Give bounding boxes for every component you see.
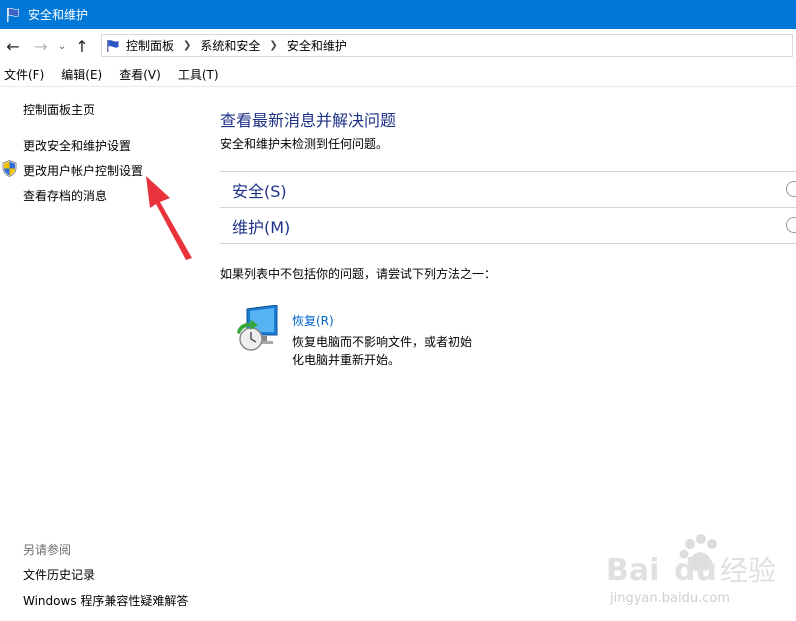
breadcrumb-control-panel[interactable]: 控制面板	[126, 37, 174, 54]
recovery-link[interactable]: 恢复(R)	[292, 312, 334, 329]
title-bar: 安全和维护	[0, 0, 796, 29]
recovery-description-line: 恢复电脑而不影响文件，或者初始	[292, 335, 473, 349]
see-also-heading: 另请参阅	[23, 543, 72, 557]
maintenance-section-label[interactable]: 维护(M)	[232, 214, 290, 238]
security-section[interactable]: 安全(S)	[220, 171, 796, 207]
baidu-watermark-logo: Bai du 经验 jingyan.baidu.com	[606, 534, 776, 606]
menu-edit[interactable]: 编辑(E)	[61, 66, 102, 83]
breadcrumb-separator-icon[interactable]: ❯	[183, 40, 191, 51]
menu-file[interactable]: 文件(F)	[4, 66, 44, 83]
watermark-brand: Bai	[606, 553, 659, 588]
maintenance-section[interactable]: 维护(M)	[220, 207, 796, 243]
change-uac-settings-link[interactable]: 更改用户帐户控制设置	[23, 162, 143, 179]
address-bar[interactable]: 控制面板 ❯ 系统和安全 ❯ 安全和维护	[101, 34, 793, 57]
security-section-label[interactable]: 安全(S)	[232, 178, 287, 202]
up-arrow-icon[interactable]: ↑	[71, 35, 93, 57]
change-security-settings-link[interactable]: 更改安全和维护设置	[23, 137, 131, 154]
annotation-arrow-icon	[146, 176, 192, 260]
control-panel-home-link[interactable]: 控制面板主页	[23, 101, 95, 118]
back-arrow-icon[interactable]: ←	[2, 35, 24, 57]
flag-icon	[107, 39, 119, 52]
navigation-bar: ← → ⌄ ↑ 控制面板 ❯ 系统和安全 ❯ 安全和维护	[0, 29, 796, 63]
window-title: 安全和维护	[28, 8, 89, 22]
left-pane: 控制面板主页 更改安全和维护设置 更改用户帐户控制设置 查看存档的消息 另请参阅…	[0, 87, 205, 621]
file-history-link[interactable]: 文件历史记录	[23, 566, 95, 583]
watermark-url: jingyan.baidu.com	[609, 591, 730, 606]
menu-view[interactable]: 查看(V)	[119, 66, 161, 83]
chevron-down-icon[interactable]: ⌄	[55, 35, 69, 57]
menu-bar: 文件(F) 编辑(E) 查看(V) 工具(T)	[0, 63, 796, 87]
recovery-description: 恢复电脑而不影响文件，或者初始 化电脑并重新开始。	[292, 333, 482, 369]
expand-chevron-icon[interactable]	[786, 217, 796, 233]
compatibility-troubleshooter-link[interactable]: Windows 程序兼容性疑难解答	[23, 592, 188, 609]
flag-icon	[7, 7, 19, 22]
expand-chevron-icon[interactable]	[786, 181, 796, 197]
watermark-cn: 经验	[720, 554, 776, 587]
menu-tools[interactable]: 工具(T)	[178, 66, 219, 83]
troubleshoot-hint: 如果列表中不包括你的问题，请尝试下列方法之一：	[220, 267, 497, 281]
uac-shield-icon	[2, 160, 17, 177]
breadcrumb-system-security[interactable]: 系统和安全	[200, 37, 260, 54]
watermark-brand-suffix: du	[674, 553, 717, 588]
breadcrumb-security-maintenance[interactable]: 安全和维护	[287, 37, 347, 54]
status-message: 安全和维护未检测到任何问题。	[220, 137, 389, 151]
breadcrumb-separator-icon[interactable]: ❯	[269, 40, 277, 51]
view-archived-messages-link[interactable]: 查看存档的消息	[23, 187, 107, 204]
page-title: 查看最新消息并解决问题	[220, 111, 397, 130]
recovery-icon	[237, 305, 278, 351]
recovery-description-line: 化电脑并重新开始。	[292, 353, 401, 367]
forward-arrow-icon[interactable]: →	[30, 35, 52, 57]
section-divider	[220, 243, 796, 244]
